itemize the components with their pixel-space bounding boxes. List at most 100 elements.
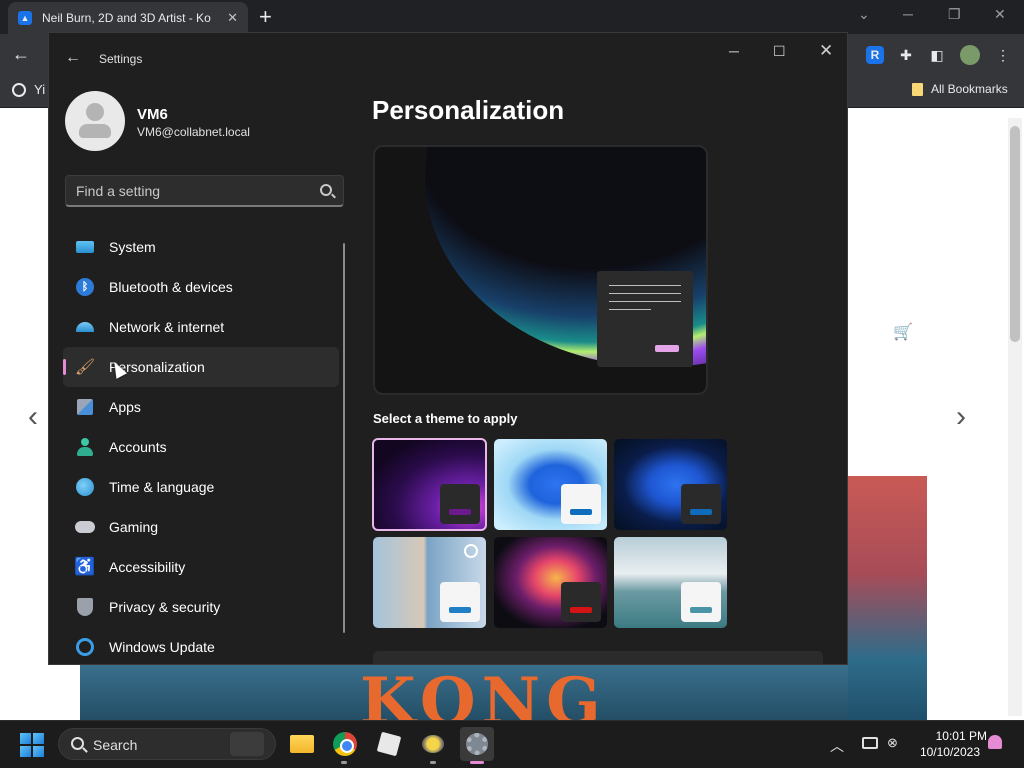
sidebar-item-label: Bluetooth & devices	[109, 279, 233, 295]
theme-tile-spotlight[interactable]	[373, 537, 486, 628]
sidebar-item-apps[interactable]: Apps	[63, 387, 339, 427]
spotlight-icon	[464, 544, 478, 558]
sidebar-item-system[interactable]: System	[63, 227, 339, 267]
notification-bell-icon[interactable]	[988, 735, 1002, 749]
chrome-running-indicator	[341, 761, 347, 764]
preview-accent-button	[655, 345, 679, 352]
browser-minimize-icon[interactable]: ─	[903, 6, 913, 22]
artstation-favicon-icon: ▲	[18, 11, 32, 25]
person-icon	[75, 437, 95, 457]
settings-search-box[interactable]	[65, 175, 344, 207]
preview-window	[597, 271, 693, 367]
window-title: Settings	[99, 52, 143, 66]
all-bookmarks-button[interactable]: All Bookmarks	[912, 82, 1008, 96]
bookmark-yi-label: Yi	[34, 82, 46, 97]
sidebar-nav: System ᛒ Bluetooth & devices Network & i…	[63, 227, 339, 664]
extensions-puzzle-icon[interactable]: ✚	[897, 46, 915, 64]
back-arrow-icon[interactable]: ←	[65, 49, 81, 67]
sidebar-item-label: System	[109, 239, 156, 255]
sidebar-scrollbar[interactable]	[343, 243, 345, 633]
sidebar-item-privacy[interactable]: Privacy & security	[63, 587, 339, 627]
minimize-icon[interactable]: ─	[729, 43, 739, 59]
update-icon	[75, 637, 95, 657]
search-icon	[71, 737, 84, 750]
close-icon[interactable]: ✕	[819, 41, 833, 61]
brush-icon: 🖌	[74, 359, 96, 376]
theme-preview	[373, 145, 708, 395]
browser-tab-search-icon[interactable]: ⌄	[858, 6, 870, 23]
all-bookmarks-label: All Bookmarks	[931, 82, 1008, 96]
bookmark-yi[interactable]: Yi	[12, 82, 45, 97]
tray-overflow-chevron-icon[interactable]: ︿	[830, 736, 844, 756]
settings-window: ← Settings ─ ☐ ✕ VM6 VM6@collabnet.local…	[48, 32, 848, 665]
sidebar-item-label: Time & language	[109, 479, 215, 495]
theme-tile-dark[interactable]	[614, 439, 727, 530]
accessibility-icon: ♿	[74, 557, 96, 576]
carousel-next-icon[interactable]: ›	[956, 400, 966, 434]
tab-close-icon[interactable]: ✕	[227, 10, 238, 26]
sidebar-item-gaming[interactable]: Gaming	[63, 507, 339, 547]
globe-icon	[12, 82, 26, 97]
theme-mini-window	[561, 484, 601, 524]
sidebar-item-label: Privacy & security	[109, 599, 221, 615]
next-settings-card[interactable]	[373, 651, 823, 664]
browser-back-icon[interactable]: ←	[12, 44, 30, 65]
page-scrollbar-thumb[interactable]	[1010, 126, 1020, 342]
sidebar-item-windows-update[interactable]: Windows Update	[63, 627, 339, 664]
globe-clock-icon	[75, 477, 95, 497]
wifi-icon	[75, 317, 95, 337]
sidebar-item-label: Apps	[109, 399, 141, 415]
new-tab-button[interactable]: +	[259, 4, 272, 30]
bluetooth-icon: ᛒ	[75, 277, 95, 297]
sidebar-item-label: Accessibility	[109, 559, 186, 575]
sidebar-item-label: Network & internet	[109, 319, 225, 335]
avatar-head	[86, 103, 104, 121]
sidebar-item-accounts[interactable]: Accounts	[63, 427, 339, 467]
theme-mini-window	[561, 582, 601, 622]
browser-close-icon[interactable]: ✕	[994, 6, 1006, 23]
theme-mini-window	[440, 582, 480, 622]
system-icon	[75, 237, 95, 257]
sidebar-item-accessibility[interactable]: ♿ Accessibility	[63, 547, 339, 587]
theme-tile-light[interactable]	[494, 439, 607, 530]
sidebar-item-label: Gaming	[109, 519, 159, 535]
carousel-prev-icon[interactable]: ‹	[28, 400, 38, 434]
folder-icon	[912, 82, 923, 96]
roblox-icon[interactable]	[375, 730, 403, 758]
clock-time[interactable]: 10:01 PM	[917, 729, 987, 743]
browser-restore-icon[interactable]: ❐	[948, 6, 961, 23]
profile-email: VM6@collabnet.local	[137, 125, 250, 139]
page-title: Personalization	[372, 95, 565, 125]
sidebar-item-personalization[interactable]: 🖌 Personalization	[63, 347, 339, 387]
sidebar-item-time-language[interactable]: Time & language	[63, 467, 339, 507]
bee-running-indicator	[430, 761, 436, 764]
theme-tile-flow[interactable]	[494, 537, 607, 628]
theme-mini-window	[681, 582, 721, 622]
settings-taskbar-icon[interactable]	[460, 727, 494, 761]
clock-date[interactable]: 10/10/2023	[910, 745, 980, 759]
maximize-icon[interactable]: ☐	[773, 43, 786, 60]
sidebar-item-network[interactable]: Network & internet	[63, 307, 339, 347]
theme-tile-sunrise[interactable]	[614, 537, 727, 628]
chrome-icon[interactable]	[331, 730, 359, 758]
extension-r-icon[interactable]: R	[866, 46, 884, 64]
theme-tile-dark-glow[interactable]	[372, 438, 487, 531]
avatar-body	[79, 124, 111, 138]
browser-tab-title: Neil Burn, 2D and 3D Artist - Ko	[42, 11, 211, 25]
sidebar-item-label: Windows Update	[109, 639, 215, 655]
side-panel-icon[interactable]: ◧	[928, 46, 946, 64]
volume-mute-icon[interactable]: ⊗	[887, 735, 898, 751]
cart-icon[interactable]: 🛒	[893, 322, 913, 342]
file-explorer-icon[interactable]	[288, 730, 316, 758]
search-input[interactable]	[76, 176, 306, 206]
bee-app-icon[interactable]	[419, 730, 447, 758]
browser-tab[interactable]: ▲ Neil Burn, 2D and 3D Artist - Ko ✕	[8, 2, 248, 34]
search-icon[interactable]	[320, 184, 332, 196]
theme-mini-window	[440, 484, 480, 524]
sidebar-item-bluetooth[interactable]: ᛒ Bluetooth & devices	[63, 267, 339, 307]
browser-menu-icon[interactable]: ⋮	[994, 46, 1012, 64]
start-button[interactable]	[20, 733, 44, 757]
profile-avatar-icon[interactable]	[960, 45, 980, 65]
avatar[interactable]	[65, 91, 125, 151]
display-icon[interactable]	[862, 737, 878, 749]
